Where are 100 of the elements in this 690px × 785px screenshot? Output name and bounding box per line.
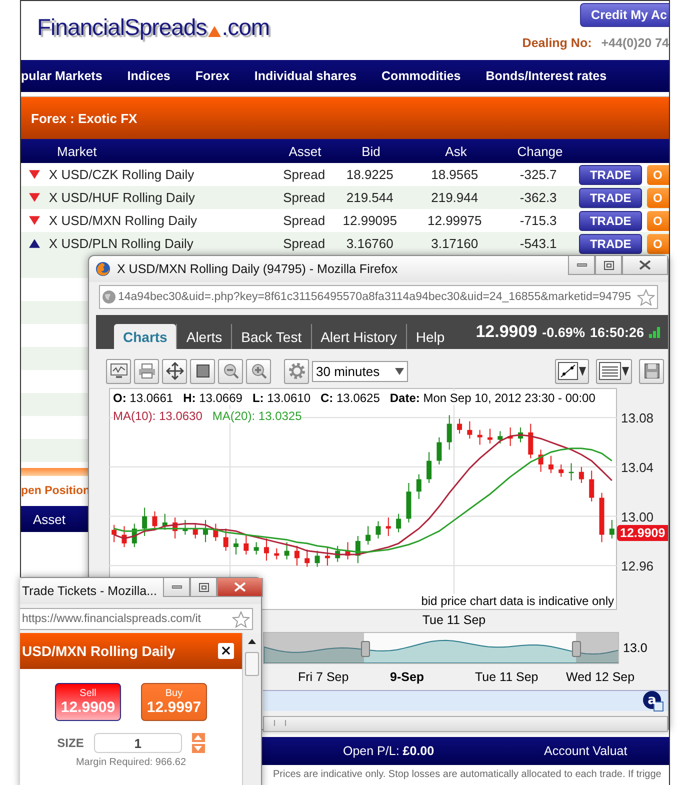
date-label: Tue 11 Sep xyxy=(475,670,540,686)
table-cell-text: -362.3 xyxy=(518,190,558,205)
window-title: Trade Tickets - Mozilla... xyxy=(22,584,157,598)
candlestick xyxy=(446,414,452,450)
candlestick xyxy=(528,423,534,459)
table-cell-text: -715.3 xyxy=(518,213,558,228)
column-header: Asset xyxy=(288,144,322,158)
address-bar[interactable]: 14a94bec30&uid=.php?key=8f61c31156495570a8fa3114a94bec30&uid=24_16855&marketid=94795 xyxy=(99,285,658,309)
candlestick xyxy=(182,519,188,536)
tab[interactable]: Help xyxy=(406,324,454,349)
sell-button[interactable]: Sell 12.9909 xyxy=(55,683,121,721)
badge-icon[interactable]: a xyxy=(642,690,664,712)
fit-button[interactable] xyxy=(190,358,215,384)
candlestick xyxy=(488,428,492,444)
trade-button[interactable]: TRADE xyxy=(579,164,642,184)
nav-link[interactable]: Bonds/Interest rates xyxy=(486,69,607,83)
range-handle[interactable] xyxy=(361,641,370,657)
credit-account-button[interactable]: Credit My Ac xyxy=(580,3,669,27)
candlestick xyxy=(416,474,422,500)
nav-link[interactable]: Individual shares xyxy=(254,69,357,83)
increment-button[interactable] xyxy=(192,733,205,742)
candlestick xyxy=(223,528,228,552)
range-handle[interactable] xyxy=(572,641,581,657)
minimize-button[interactable] xyxy=(568,256,595,275)
tab[interactable]: Back Test xyxy=(231,324,311,349)
candlestick xyxy=(304,549,310,568)
nav-link[interactable]: pular Markets xyxy=(21,69,102,83)
axis-label: Tue 11 Sep xyxy=(422,613,486,627)
close-icon xyxy=(234,582,246,592)
maximize-icon xyxy=(604,260,614,270)
pan-button[interactable] xyxy=(162,358,187,384)
close-icon xyxy=(639,260,651,270)
candlestick xyxy=(294,545,300,566)
column-header: Market xyxy=(56,144,98,158)
tab[interactable]: Alerts xyxy=(176,324,232,349)
minimize-button[interactable] xyxy=(163,578,190,597)
scrollbar[interactable] xyxy=(242,633,261,785)
price-tag: 12.9909 xyxy=(617,525,668,542)
down-caret-icon xyxy=(194,746,202,751)
nav-link[interactable]: Commodities xyxy=(382,69,461,83)
address-bar[interactable]: https://www.financialspreads.com/it xyxy=(20,608,253,630)
move-arrows-icon xyxy=(166,362,184,380)
nav-link[interactable]: Forex xyxy=(195,69,230,83)
triangle-icon xyxy=(208,26,221,37)
decrement-button[interactable] xyxy=(192,744,205,753)
trade-button[interactable]: TRADE xyxy=(579,234,642,254)
maximize-button[interactable] xyxy=(190,578,217,597)
candlestick xyxy=(578,466,584,484)
star-icon[interactable] xyxy=(637,288,655,306)
candlestick xyxy=(112,524,117,543)
column-header: Ask xyxy=(444,144,468,158)
candlestick xyxy=(376,520,381,539)
size-field[interactable]: 1 xyxy=(94,733,182,753)
table-cell-text: Spread xyxy=(282,236,326,251)
window-title: X USD/MXN Rolling Daily (94795) - Mozilla Firefox xyxy=(117,262,399,276)
size-label: SIZE xyxy=(57,736,84,750)
zoom-out-icon xyxy=(222,363,238,379)
trade-button[interactable]: TRADE xyxy=(579,188,642,208)
scrollbar[interactable] xyxy=(263,716,668,732)
draw-line-button[interactable] xyxy=(555,358,589,384)
table-cell-text: 219.944 xyxy=(430,190,480,205)
maximize-button[interactable] xyxy=(595,256,622,275)
candlestick xyxy=(264,538,269,562)
axis-label: 13.04 xyxy=(621,460,654,475)
star-icon[interactable] xyxy=(232,610,250,628)
date-label: 9-Sep xyxy=(390,670,426,686)
table-cell-text: Spread xyxy=(282,190,326,205)
chart-monitor-button[interactable] xyxy=(106,358,131,384)
date-label: Fri 7 Sep xyxy=(298,670,350,686)
print-button[interactable] xyxy=(134,358,159,384)
zoom-in-button[interactable] xyxy=(246,358,271,384)
nav-link[interactable]: Indices xyxy=(127,69,170,83)
signal-icon xyxy=(649,326,660,338)
moving-average-label: MA(20): 13.0325 xyxy=(212,409,302,423)
candlestick xyxy=(436,436,442,465)
candlestick xyxy=(396,513,402,533)
zoom-out-button[interactable] xyxy=(218,358,243,384)
table-cell-text: 18.9225 xyxy=(345,167,394,182)
scroll-thumb[interactable] xyxy=(245,652,259,676)
chart-note: bid price chart data is indicative only xyxy=(421,594,614,608)
change-text: -0.69% xyxy=(542,324,585,340)
trade-button[interactable]: TRADE xyxy=(579,210,642,230)
candlestick xyxy=(498,430,503,444)
tab[interactable]: Charts xyxy=(114,324,176,349)
candlestick xyxy=(324,546,330,566)
candlestick xyxy=(467,420,472,440)
candlestick xyxy=(599,492,604,543)
interval-dropdown[interactable]: 30 minutes xyxy=(312,360,408,382)
close-button[interactable] xyxy=(217,578,263,597)
axis-label: 13.00 xyxy=(621,509,654,524)
tab[interactable]: Alert History xyxy=(310,324,406,349)
settings-button[interactable] xyxy=(284,358,309,384)
save-button[interactable] xyxy=(639,358,664,384)
close-button[interactable] xyxy=(622,256,668,275)
close-button[interactable]: × xyxy=(218,643,234,659)
candlestick xyxy=(518,426,523,443)
monitor-icon xyxy=(110,363,128,379)
candlestick xyxy=(538,449,544,472)
list-menu-button[interactable] xyxy=(596,358,632,384)
url-text: 14a94bec30&uid=.php?key=8f61c31156495570a8fa3114a94bec30&uid=24_16855&marketid=94795 xyxy=(118,291,632,303)
